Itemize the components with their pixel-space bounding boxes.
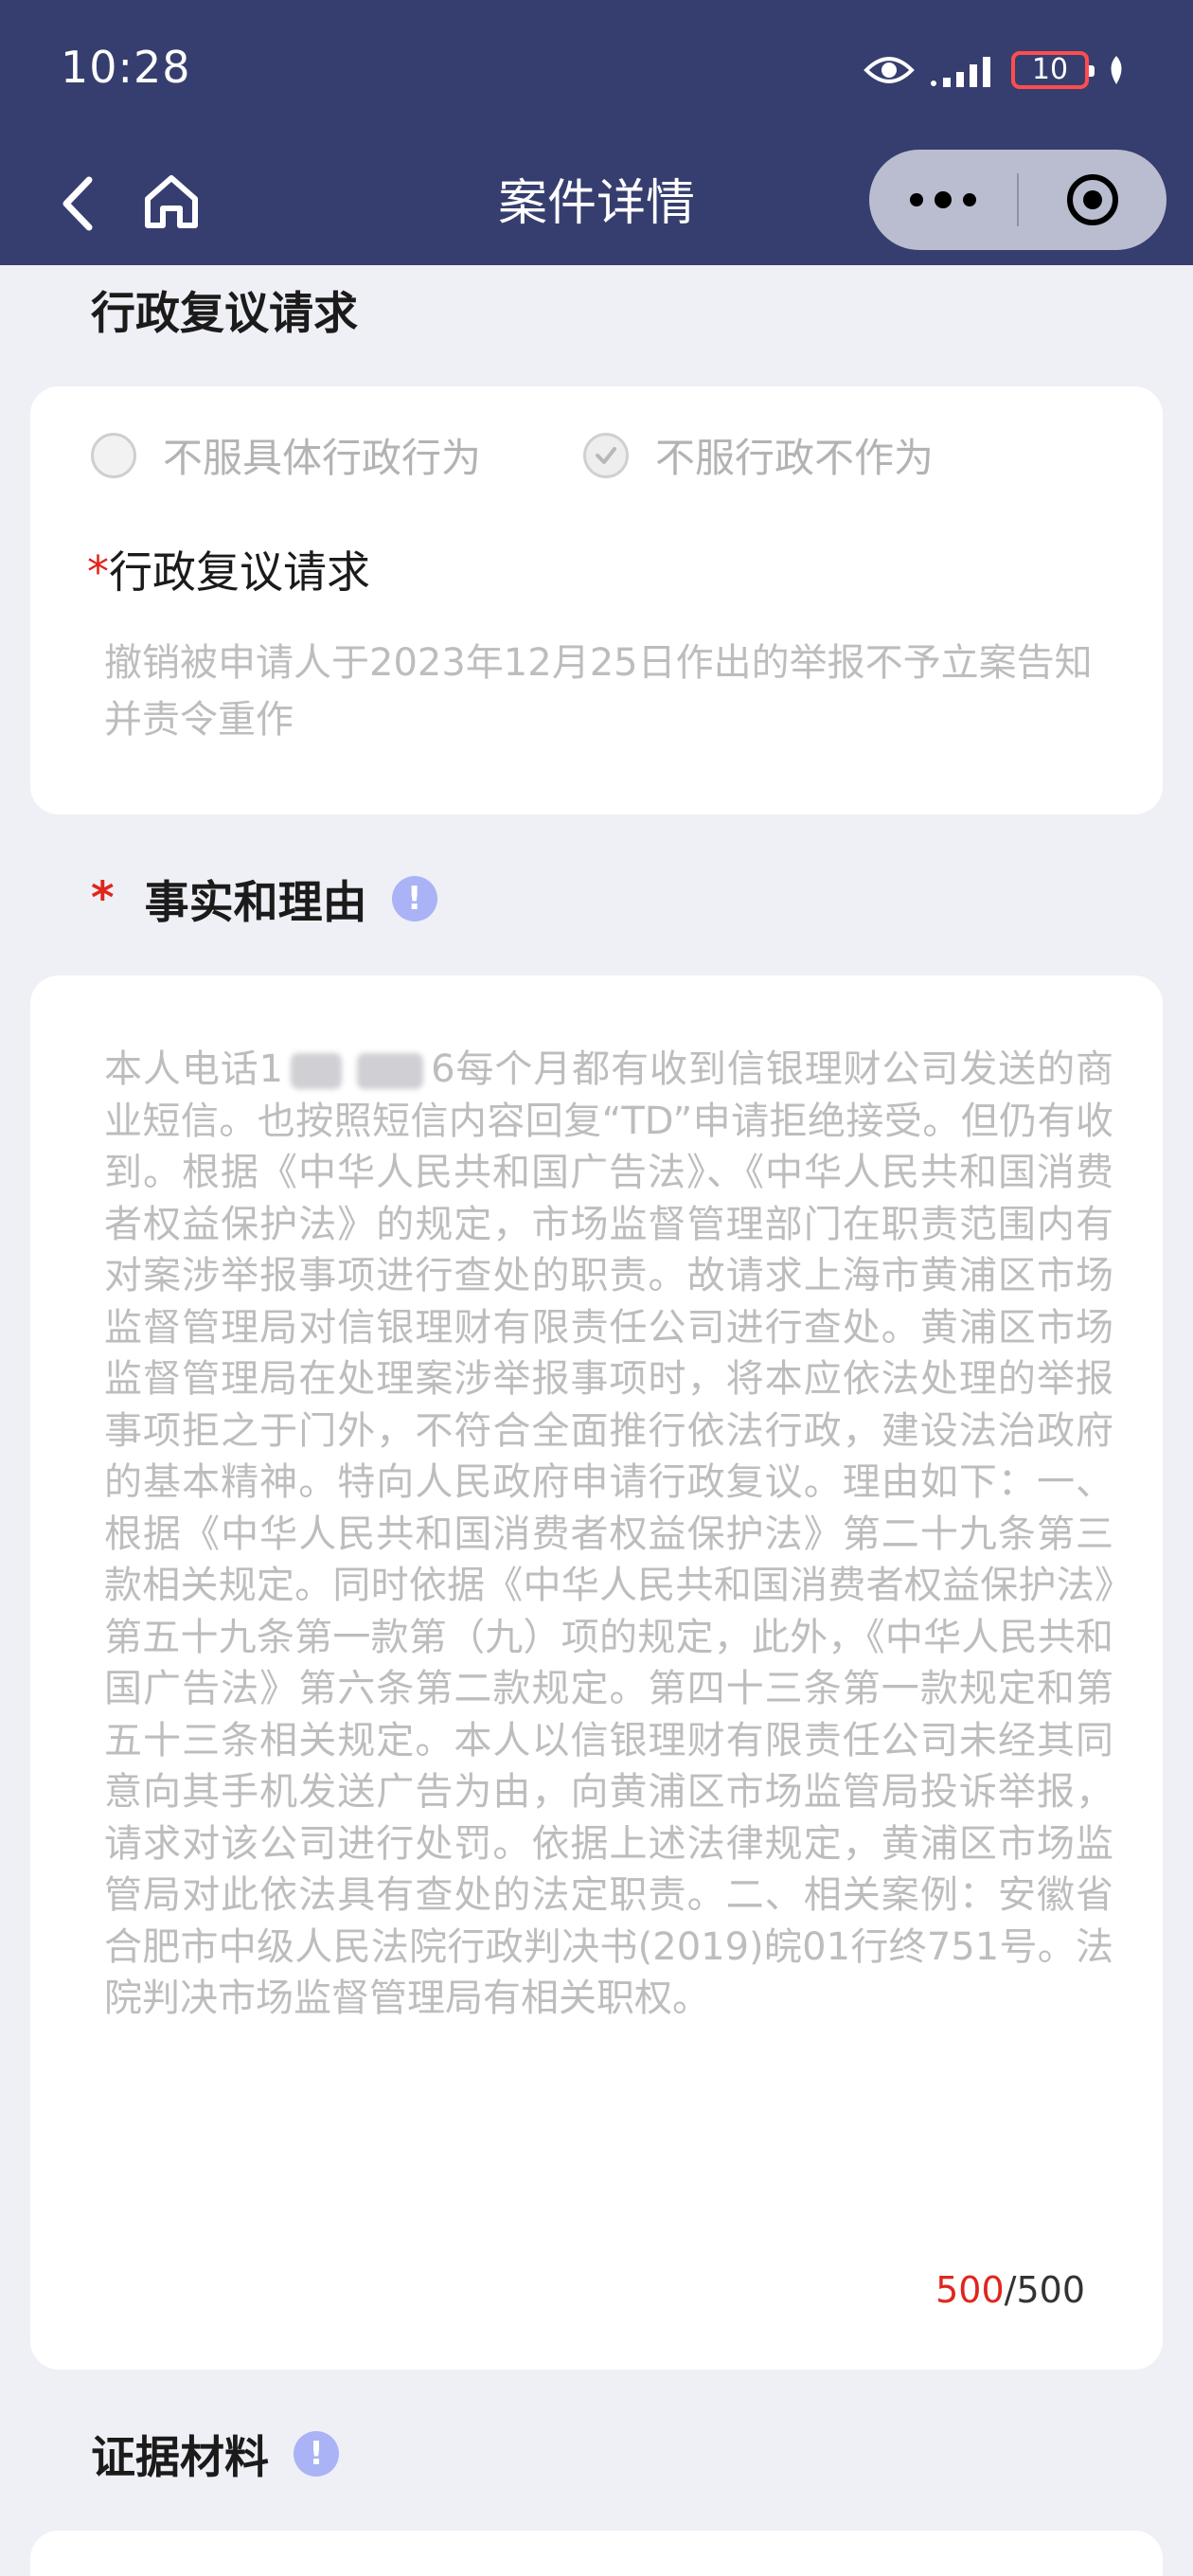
radio-group: 不服具体行政行为 不服行政不作为	[91, 426, 934, 484]
required-mark: *	[87, 546, 109, 598]
battery-icon: 10	[1011, 51, 1095, 89]
radio-option-inaction[interactable]: 不服行政不作为	[583, 426, 934, 484]
review-request-field-label: *行政复议请求	[87, 546, 370, 598]
status-time: 10:28	[61, 42, 191, 93]
nav-bar: 案件详情	[0, 142, 1193, 265]
facts-textarea-card[interactable]: 本人电话1 6每个月都有收到信银理财公司发送的商业短信。也按照短信内容回复“TD”…	[30, 975, 1163, 2370]
evidence-heading: 证据材料 !	[91, 2421, 339, 2486]
info-icon[interactable]: !	[294, 2430, 339, 2477]
review-request-heading: 行政复议请求	[91, 277, 358, 342]
char-count-max: /500	[1004, 2269, 1085, 2311]
facts-heading: * 事实和理由 !	[91, 866, 437, 931]
signal-icon	[931, 57, 990, 87]
status-bar: 10:28 10	[0, 0, 1193, 142]
status-icons: 10	[864, 49, 1127, 91]
facts-title: 事实和理由	[144, 877, 367, 929]
radio-button-checked[interactable]	[583, 432, 630, 478]
target-icon	[1067, 174, 1118, 225]
redacted-phone-part	[357, 1053, 424, 1089]
check-icon	[596, 446, 617, 464]
radio-label-inaction: 不服行政不作为	[655, 435, 935, 481]
evidence-title: 证据材料	[91, 2432, 269, 2484]
leaf-icon	[1111, 56, 1122, 84]
char-counter: 500/500	[935, 2269, 1085, 2311]
review-request-value[interactable]: 撤销被申请人于2023年12月25日作出的举报不予立案告知并责令重作	[104, 635, 1108, 748]
radio-label-concrete-act: 不服具体行政行为	[163, 435, 482, 481]
radio-option-concrete-act[interactable]: 不服具体行政行为	[91, 426, 481, 484]
close-mini-program-button[interactable]	[1019, 150, 1166, 250]
radio-button-unchecked[interactable]	[91, 432, 136, 478]
more-dots-icon[interactable]	[869, 150, 1017, 250]
facts-textarea[interactable]: 本人电话1 6每个月都有收到信银理财公司发送的商业短信。也按照短信内容回复“TD”…	[104, 1044, 1113, 2025]
info-icon[interactable]: !	[391, 875, 437, 921]
review-request-title: 行政复议请求	[91, 288, 358, 340]
eye-icon	[864, 57, 915, 83]
required-mark: *	[91, 872, 115, 924]
battery-level: 10	[1031, 53, 1069, 86]
redacted-phone-part	[291, 1053, 343, 1089]
evidence-card	[30, 2531, 1163, 2576]
app-header: 10:28 10 案件详情	[0, 0, 1193, 265]
review-request-card: 不服具体行政行为 不服行政不作为 *行政复议请求 撤销被申请人于2023年12月…	[30, 386, 1163, 814]
char-count-used: 500	[935, 2269, 1005, 2311]
mini-program-capsule	[869, 150, 1166, 250]
